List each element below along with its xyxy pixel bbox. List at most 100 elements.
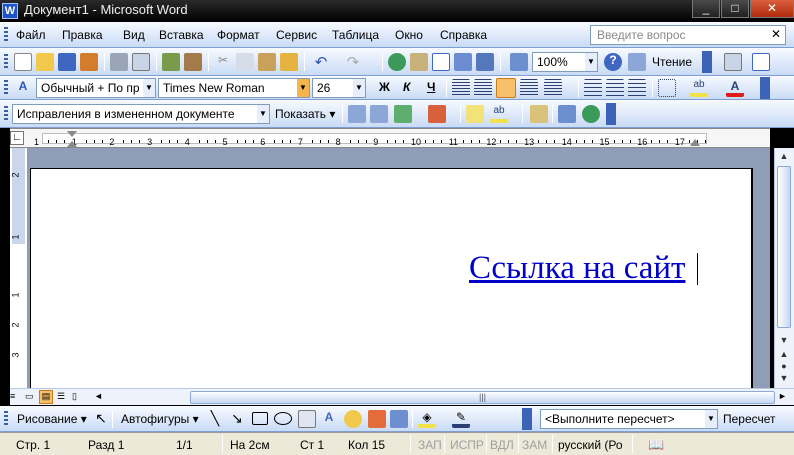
chevron-down-icon[interactable]: ▼ (257, 105, 269, 123)
style-combo[interactable]: Обычный + По пр ▼ (36, 78, 156, 98)
underline-button[interactable]: Ч (424, 77, 438, 97)
scroll-left-icon[interactable]: ◄ (94, 391, 104, 403)
chevron-down-icon[interactable]: ▼ (353, 79, 365, 97)
numbering-icon[interactable] (584, 79, 602, 97)
align-center-icon[interactable] (474, 79, 492, 97)
recalc-button[interactable]: Пересчет (720, 409, 779, 429)
status-overtype[interactable]: ЗАМ (522, 437, 547, 453)
justify-icon[interactable] (520, 79, 538, 97)
close-button[interactable]: ✕ (750, 0, 794, 18)
tables-borders-icon[interactable] (410, 53, 428, 71)
font-combo[interactable]: Times New Roman ▼ (158, 78, 310, 98)
menu-grip[interactable] (4, 27, 8, 43)
web-view-icon[interactable]: ▭ (25, 391, 37, 403)
first-line-indent-marker[interactable] (67, 131, 77, 137)
document-map-icon[interactable] (510, 53, 528, 71)
drawing-menu-button[interactable]: Рисование ▾ (14, 409, 90, 429)
toolbar-options-icon[interactable] (702, 51, 712, 73)
chevron-down-icon[interactable]: ▼ (705, 410, 717, 428)
tb-extra-icon[interactable] (724, 53, 742, 71)
reviewing-pane-icon[interactable] (558, 105, 576, 123)
diagram-icon[interactable] (344, 410, 362, 428)
left-indent-marker[interactable] (67, 141, 77, 147)
ask-question-box[interactable]: Введите вопрос ✕ (590, 25, 786, 45)
reading-view-icon[interactable]: ▯ (72, 391, 84, 403)
display-for-review-combo[interactable]: Исправления в измененном документе ▼ (12, 104, 270, 124)
autoshapes-button[interactable]: Автофигуры ▾ (118, 409, 202, 429)
font-color-icon[interactable]: A (726, 79, 744, 97)
help-icon[interactable]: ? (604, 53, 622, 71)
line-color-icon[interactable]: ✎ (452, 410, 470, 428)
outline-view-icon[interactable]: ☰ (57, 391, 69, 403)
accept-change-icon[interactable] (394, 105, 412, 123)
status-record-macro[interactable]: ЗАП (418, 437, 442, 453)
word-icon[interactable]: W (2, 3, 18, 19)
save-icon[interactable] (58, 53, 76, 71)
chevron-down-icon[interactable]: ▼ (585, 53, 597, 71)
indent-icon[interactable] (628, 79, 646, 97)
tab-selector-icon[interactable]: ∟ (10, 131, 24, 145)
line-spacing-icon[interactable] (544, 79, 562, 97)
normal-view-icon[interactable]: ≡ (10, 391, 22, 403)
highlight-review-icon[interactable]: ab (490, 105, 508, 123)
menu-format[interactable]: Формат (214, 26, 263, 44)
maximize-button[interactable]: □ (721, 0, 749, 18)
insert-picture-icon[interactable] (390, 410, 408, 428)
show-button[interactable]: Показать ▾ (272, 104, 338, 124)
new-document-icon[interactable] (14, 53, 32, 71)
wordart-icon[interactable]: A (320, 410, 338, 428)
toolbar-grip[interactable] (4, 54, 8, 70)
chevron-down-icon[interactable]: ▼ (143, 79, 155, 97)
minimize-button[interactable]: _ (692, 0, 720, 18)
cut-icon[interactable]: ✂ (214, 53, 232, 71)
open-folder-icon[interactable] (36, 53, 54, 71)
menu-insert[interactable]: Вставка (156, 26, 207, 44)
toolbar-grip[interactable] (4, 80, 8, 96)
font-size-combo[interactable]: 26 ▼ (312, 78, 366, 98)
research-icon[interactable] (184, 53, 202, 71)
status-extend[interactable]: ВДЛ (490, 437, 514, 453)
scroll-up-icon[interactable]: ▲ (775, 148, 793, 164)
hyperlink-text[interactable]: Ссылка на сайт (469, 250, 685, 287)
menu-table[interactable]: Таблица (329, 26, 382, 44)
print-icon[interactable] (110, 53, 128, 71)
oval-icon[interactable] (274, 412, 292, 425)
insert-excel-icon[interactable] (454, 53, 472, 71)
read-button[interactable]: Чтение (628, 53, 698, 71)
format-painter-icon[interactable] (280, 53, 298, 71)
align-right-icon[interactable] (496, 78, 516, 98)
next-page-icon[interactable]: ▼ (775, 370, 793, 386)
highlight-icon[interactable]: ab (690, 79, 708, 97)
vertical-scrollbar[interactable]: ▲ ▼ ▲ ● ▼ (774, 148, 794, 388)
new-comment-icon[interactable] (466, 105, 484, 123)
previous-change-icon[interactable] (348, 105, 366, 123)
zoom-combo[interactable]: 100% ▼ (532, 52, 598, 72)
menu-tools[interactable]: Сервис (273, 26, 320, 44)
document-page[interactable]: Ссылка на сайт (30, 168, 753, 388)
menu-view[interactable]: Вид (120, 26, 148, 44)
close-doc-icon[interactable]: ✕ (771, 27, 781, 41)
scroll-thumb[interactable] (777, 166, 791, 328)
horizontal-scroll-thumb[interactable]: ||| (190, 391, 775, 404)
spelling-status-icon[interactable]: 📖 (648, 437, 664, 453)
toolbar-options-icon[interactable] (522, 408, 532, 430)
insert-table-icon[interactable] (432, 53, 450, 71)
line-icon[interactable]: ╲ (206, 410, 224, 428)
clipart-icon[interactable] (368, 410, 386, 428)
undo-icon[interactable]: ↶ (312, 53, 330, 71)
reject-change-icon[interactable] (428, 105, 446, 123)
toolbar-options-icon[interactable] (760, 77, 770, 99)
recalc-combo[interactable]: <Выполните пересчет> ▼ (540, 409, 718, 429)
menu-help[interactable]: Справка (437, 26, 490, 44)
menu-window[interactable]: Окно (392, 26, 426, 44)
print-preview-icon[interactable] (132, 53, 150, 71)
hyperlink-icon[interactable] (388, 53, 406, 71)
bullets-icon[interactable] (606, 79, 624, 97)
bold-button[interactable]: Ж (376, 77, 393, 97)
borders-icon[interactable] (658, 79, 676, 97)
compare-icon[interactable] (752, 53, 770, 71)
text-box-icon[interactable] (298, 410, 316, 428)
permission-icon[interactable] (80, 53, 98, 71)
next-change-icon[interactable] (370, 105, 388, 123)
arrow-icon[interactable]: ↘ (228, 410, 246, 428)
